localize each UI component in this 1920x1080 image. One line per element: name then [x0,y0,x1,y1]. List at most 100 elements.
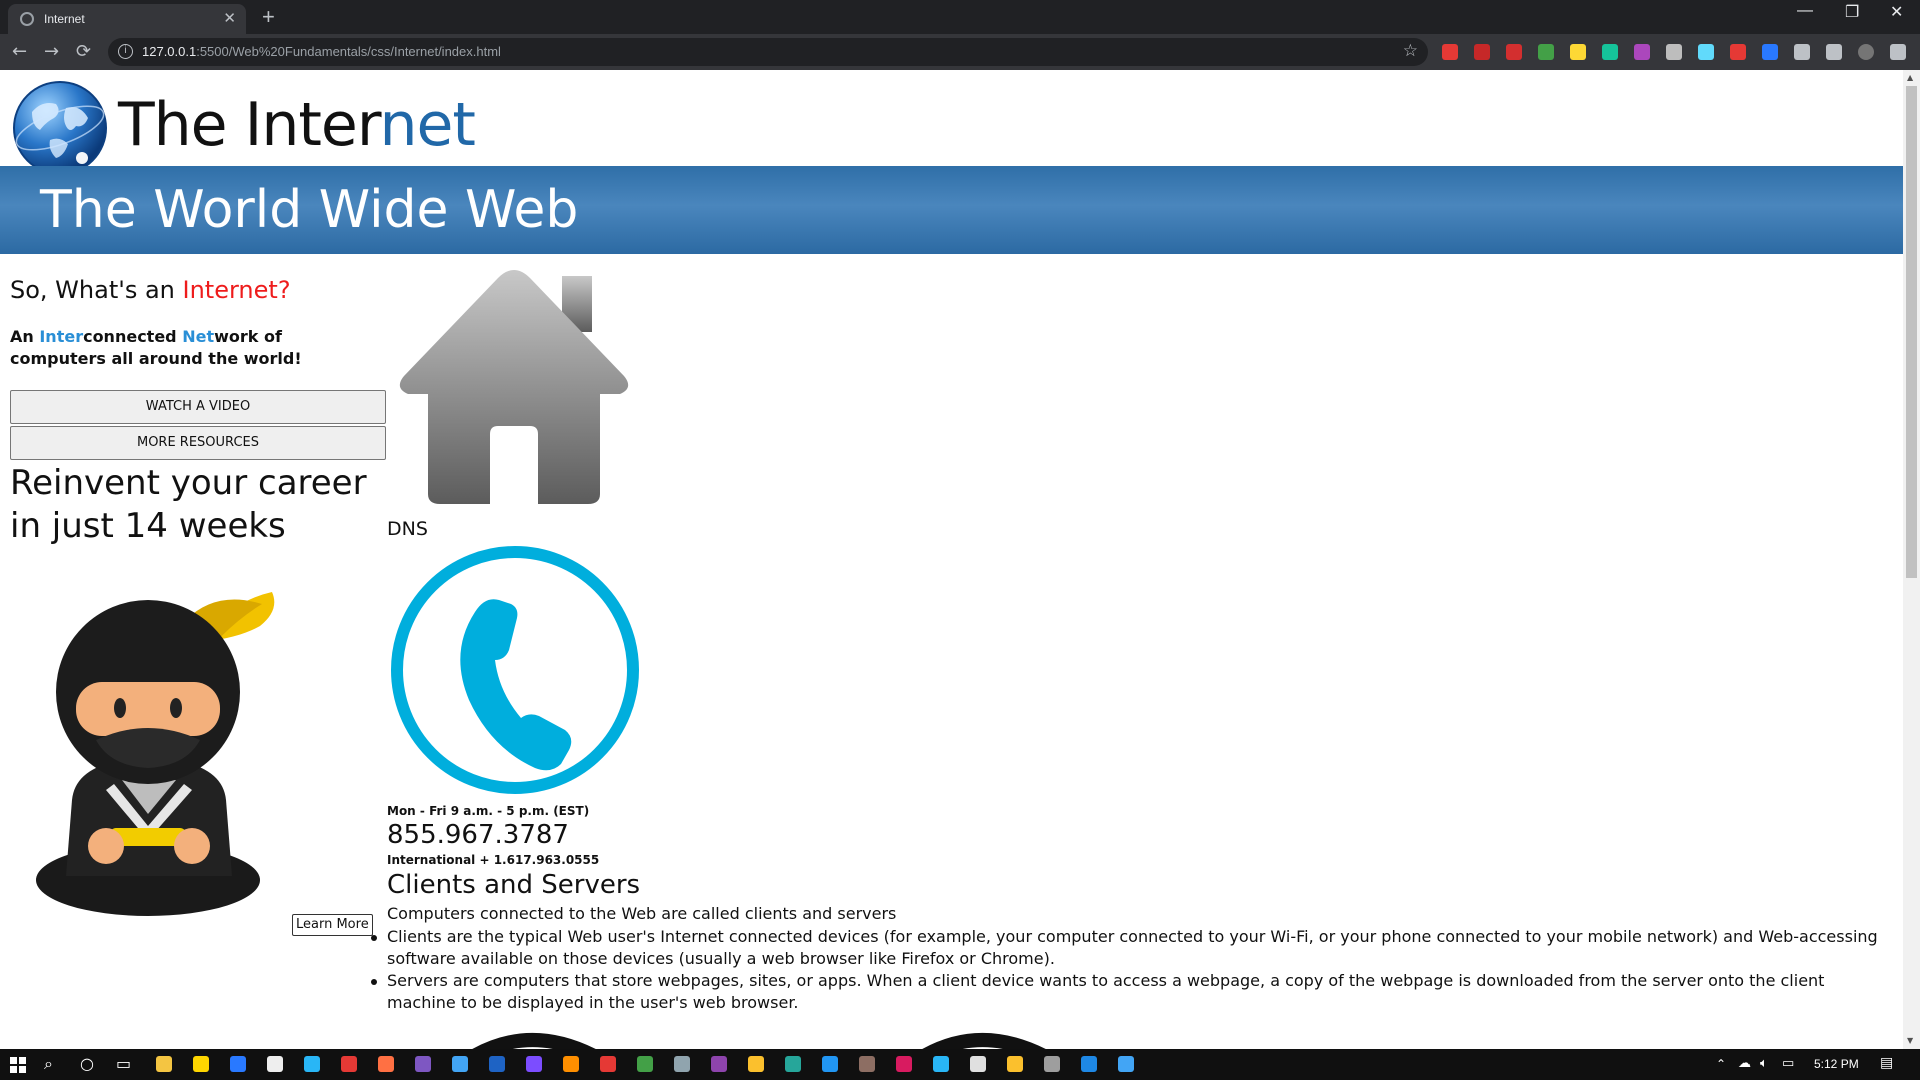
task-view-icon[interactable]: ▭ [116,1054,131,1073]
photos-icon[interactable] [1081,1056,1097,1072]
vscode-icon[interactable] [822,1056,838,1072]
reading-list-icon[interactable] [1826,44,1842,60]
url-text[interactable]: 127.0.0.1:5500/Web%20Fundamentals/css/In… [142,44,501,59]
watch-video-button[interactable]: WATCH A VIDEO [10,390,386,424]
firefox-icon[interactable] [378,1056,394,1072]
windows-taskbar: ⌕ ○ ▭ ⌃ ☁ 🔈︎ ▭ 5:12 PM ▤ [0,1049,1920,1080]
clients-servers-heading: Clients and Servers [387,870,641,900]
bullet-icon [371,935,377,941]
windows-start-icon[interactable] [10,1057,26,1073]
international-phone: International + 1.617.963.0555 [387,853,600,867]
browser-tab[interactable]: Internet ✕ [8,4,246,34]
chrome-icon[interactable] [748,1056,764,1072]
menu-icon[interactable] [1890,44,1906,60]
url-host: 127.0.0.1 [142,44,197,59]
list-item: Servers are computers that store webpage… [371,970,1897,1014]
visual-studio-icon[interactable] [711,1056,727,1072]
clock[interactable]: 5:12 PM [1814,1057,1859,1071]
volume-icon[interactable]: 🔈︎ [1760,1056,1768,1071]
ext-react-icon[interactable] [1698,44,1714,60]
bookmark-star-icon[interactable]: ☆ [1403,41,1418,61]
forward-button[interactable]: → [44,41,59,62]
ninja-mascot-icon [36,592,275,916]
dns-label: DNS [387,518,428,540]
ext-block-icon[interactable] [1474,44,1490,60]
question-start: So, What's an [10,276,183,304]
list-item: Clients are the typical Web user's Inter… [371,926,1897,970]
restore-button[interactable]: ❐ [1845,2,1859,22]
onedrive-icon[interactable]: ☁ [1738,1056,1751,1071]
web-page: The Internet The World Wide Web So, What… [0,70,1903,1049]
ext-colorpick-icon[interactable] [1634,44,1650,60]
app-target-icon[interactable] [341,1056,357,1072]
app-fox-icon[interactable] [859,1056,875,1072]
ext-green-icon[interactable] [1538,44,1554,60]
app-feather-icon[interactable] [415,1056,431,1072]
minimize-button[interactable]: — [1797,2,1813,20]
clients-servers-intro: Computers connected to the Web are calle… [387,904,897,923]
vertical-scrollbar[interactable]: ▲ ▼ [1903,70,1920,1049]
site-info-icon[interactable]: i [118,44,133,59]
ext-camera-icon[interactable] [1666,44,1682,60]
cortana-icon[interactable]: ○ [80,1054,94,1073]
address-bar[interactable]: i 127.0.0.1:5500/Web%20Fundamentals/css/… [108,38,1428,66]
notifications-icon[interactable]: ▤ [1880,1055,1893,1071]
puzzle-icon[interactable] [1794,44,1810,60]
internet-definition: An Interconnected Network of computers a… [10,326,370,370]
steam-icon[interactable] [674,1056,690,1072]
file-explorer-icon[interactable] [156,1056,172,1072]
clients-servers-list: Clients are the typical Web user's Inter… [371,926,1897,1014]
ext-book-icon[interactable] [1730,44,1746,60]
acrobat-icon[interactable] [600,1056,616,1072]
learn-more-button[interactable]: Learn More [292,914,373,936]
tab-close-button[interactable]: ✕ [223,9,236,27]
app-square-icon[interactable] [304,1056,320,1072]
profile-avatar-icon[interactable] [1858,44,1874,60]
xd-icon[interactable] [896,1056,912,1072]
definition-part: connected [83,327,183,346]
back-button[interactable]: ← [12,41,27,62]
site-title: The Internet [118,90,476,160]
site-title-accent: net [379,90,475,160]
ext-stop-icon[interactable] [1506,44,1522,60]
chrome-2-icon[interactable] [1007,1056,1023,1072]
app-cloud-icon[interactable] [970,1056,986,1072]
store-icon[interactable] [267,1056,283,1072]
scroll-up-icon[interactable]: ▲ [1907,73,1913,82]
bullet-icon [371,979,377,985]
ext-red-icon[interactable] [1442,44,1458,60]
tray-chevron-icon[interactable]: ⌃ [1716,1057,1726,1071]
cut-off-diagram-icon [472,1033,1046,1049]
app-python-icon[interactable] [1118,1056,1134,1072]
ext-grammarly-icon[interactable] [1602,44,1618,60]
window-close-button[interactable]: ✕ [1890,2,1903,22]
todo-icon[interactable] [230,1056,246,1072]
calculator-icon[interactable] [1044,1056,1060,1072]
more-resources-button[interactable]: MORE RESOURCES [10,426,386,460]
scroll-down-icon[interactable]: ▼ [1907,1036,1913,1045]
word-icon[interactable] [489,1056,505,1072]
new-tab-button[interactable]: + [262,4,275,30]
career-heading: Reinvent your career in just 14 weeks [10,463,367,546]
telegram-icon[interactable] [933,1056,949,1072]
banner-title: The World Wide Web [40,180,579,240]
hero-banner: The World Wide Web [0,166,1903,254]
vlc-icon[interactable] [563,1056,579,1072]
ext-li-icon[interactable] [1762,44,1778,60]
question-heading: So, What's an Internet? [10,276,291,304]
edge-icon[interactable] [785,1056,801,1072]
app-gear-icon[interactable] [452,1056,468,1072]
support-hours: Mon - Fri 9 a.m. - 5 p.m. (EST) [387,804,590,818]
messenger-icon[interactable] [526,1056,542,1072]
phone-icon [391,546,639,794]
sticky-notes-icon[interactable] [193,1056,209,1072]
reload-button[interactable]: ⟳ [76,41,91,62]
scrollbar-thumb[interactable] [1906,86,1917,578]
ext-yellow-icon[interactable] [1570,44,1586,60]
app-green-icon[interactable] [637,1056,653,1072]
tab-strip: Internet ✕ + — ❐ ✕ [0,0,1920,34]
search-icon[interactable]: ⌕ [44,1054,53,1074]
network-icon[interactable]: ▭ [1782,1056,1794,1071]
browser-toolbar: ← → ⟳ i 127.0.0.1:5500/Web%20Fundamental… [0,34,1920,70]
definition-part: An [10,327,40,346]
